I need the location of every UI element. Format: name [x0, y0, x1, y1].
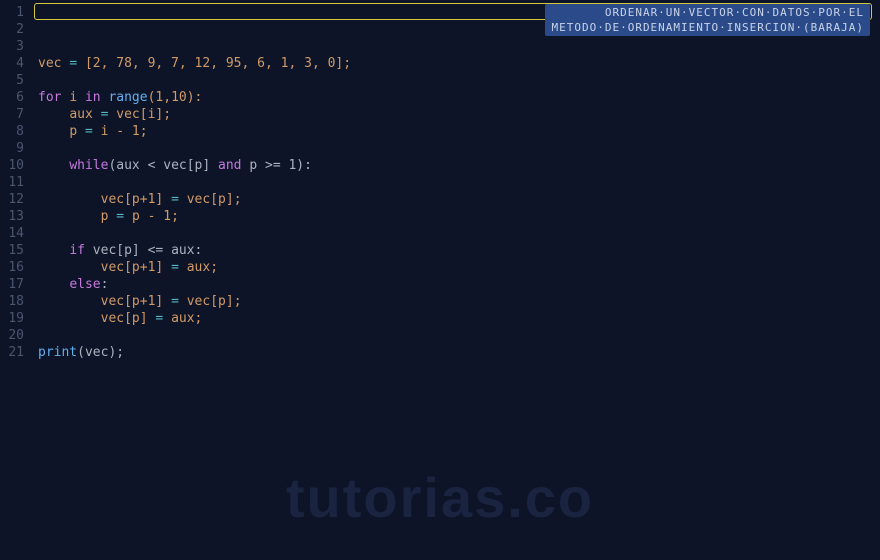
line-number: 17	[0, 276, 24, 293]
line-number: 3	[0, 38, 24, 55]
code-line[interactable]	[38, 38, 880, 55]
code-line[interactable]: while(aux < vec[p] and p >= 1):	[38, 157, 880, 174]
line-number: 20	[0, 327, 24, 344]
line-number: 19	[0, 310, 24, 327]
line-number: 1	[0, 4, 24, 21]
code-line[interactable]: vec[p] = aux;	[38, 310, 880, 327]
code-line[interactable]: for i in range(1,10):	[38, 89, 880, 106]
line-number: 8	[0, 123, 24, 140]
code-editor[interactable]: 1 2 3 4 5 6 7 8 9 10 11 12 13 14 15 16 1…	[0, 0, 880, 560]
code-line[interactable]	[38, 174, 880, 191]
code-line[interactable]	[38, 72, 880, 89]
code-line[interactable]: aux = vec[i];	[38, 106, 880, 123]
line-number: 13	[0, 208, 24, 225]
line-number: 6	[0, 89, 24, 106]
code-line[interactable]: vec = [2, 78, 9, 7, 12, 95, 6, 1, 3, 0];	[38, 55, 880, 72]
line-number: 16	[0, 259, 24, 276]
code-line[interactable]: print(vec);	[38, 344, 880, 361]
code-line[interactable]: p = p - 1;	[38, 208, 880, 225]
line-number: 14	[0, 225, 24, 242]
code-line[interactable]: vec[p+1] = vec[p];	[38, 293, 880, 310]
line-number: 11	[0, 174, 24, 191]
line-number: 21	[0, 344, 24, 361]
code-line[interactable]: p = i - 1;	[38, 123, 880, 140]
code-line[interactable]: vec[p+1] = aux;	[38, 259, 880, 276]
code-line[interactable]: vec[p+1] = vec[p];	[38, 191, 880, 208]
line-number: 12	[0, 191, 24, 208]
line-number: 4	[0, 55, 24, 72]
code-line[interactable]: if vec[p] <= aux:	[38, 242, 880, 259]
code-line[interactable]	[38, 327, 880, 344]
line-number: 15	[0, 242, 24, 259]
line-number: 7	[0, 106, 24, 123]
banner-line-1: ORDENAR·UN·VECTOR·CON·DATOS·POR·EL	[551, 5, 864, 20]
line-number: 18	[0, 293, 24, 310]
code-line[interactable]: else:	[38, 276, 880, 293]
code-line[interactable]	[38, 225, 880, 242]
code-line[interactable]	[38, 140, 880, 157]
line-number-gutter: 1 2 3 4 5 6 7 8 9 10 11 12 13 14 15 16 1…	[0, 0, 32, 560]
line-number: 2	[0, 21, 24, 38]
code-area[interactable]: vec = [2, 78, 9, 7, 12, 95, 6, 1, 3, 0];…	[32, 0, 880, 560]
line-number: 5	[0, 72, 24, 89]
line-number: 10	[0, 157, 24, 174]
banner-line-2: METODO·DE·ORDENAMIENTO·INSERCION·(BARAJA…	[551, 20, 864, 35]
comment-banner: ORDENAR·UN·VECTOR·CON·DATOS·POR·EL METOD…	[545, 4, 870, 36]
line-number: 9	[0, 140, 24, 157]
